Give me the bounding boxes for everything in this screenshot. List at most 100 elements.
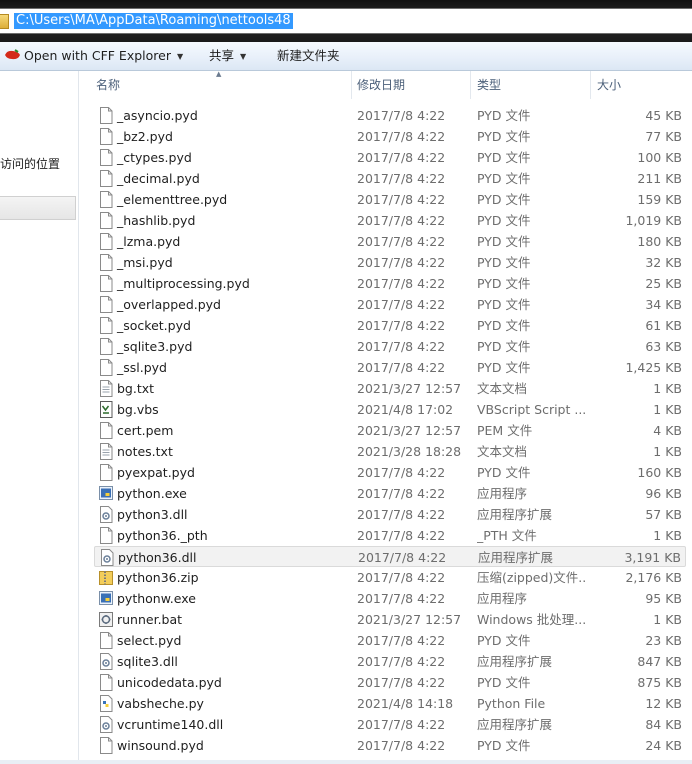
file-date: 2021/3/27 12:57	[357, 381, 462, 396]
generic-file-icon	[100, 527, 113, 544]
file-size: 23 KB	[645, 633, 682, 648]
file-row[interactable]: _bz2.pyd 2017/7/8 4:22 PYD 文件 77 KB	[94, 126, 686, 147]
open-with-button[interactable]: Open with CFF Explorer ▼	[24, 48, 183, 64]
file-row[interactable]: _socket.pyd 2017/7/8 4:22 PYD 文件 61 KB	[94, 315, 686, 336]
file-date: 2017/7/8 4:22	[357, 528, 446, 543]
file-size: 1 KB	[653, 444, 682, 459]
file-name: _lzma.pyd	[117, 234, 181, 249]
file-date: 2021/3/27 12:57	[357, 423, 462, 438]
file-row[interactable]: notes.txt 2021/3/28 18:28 文本文档 1 KB	[94, 441, 686, 462]
file-size: 3,191 KB	[624, 550, 681, 565]
generic-file-icon	[100, 632, 113, 649]
file-row[interactable]: _overlapped.pyd 2017/7/8 4:22 PYD 文件 34 KB	[94, 294, 686, 315]
file-size: 2,176 KB	[625, 570, 682, 585]
file-type: 应用程序扩展	[477, 507, 553, 522]
column-header-date[interactable]: 修改日期	[357, 71, 405, 99]
file-type: PYD 文件	[477, 129, 531, 144]
file-name: _multiprocessing.pyd	[117, 276, 250, 291]
file-row[interactable]: _sqlite3.pyd 2017/7/8 4:22 PYD 文件 63 KB	[94, 336, 686, 357]
file-date: 2017/7/8 4:22	[357, 129, 446, 144]
file-size: 1 KB	[653, 402, 682, 417]
file-row[interactable]: _asyncio.pyd 2017/7/8 4:22 PYD 文件 45 KB	[94, 105, 686, 126]
file-row[interactable]: python36.dll 2017/7/8 4:22 应用程序扩展 3,191 KB	[94, 546, 686, 567]
file-size: 12 KB	[645, 696, 682, 711]
file-row[interactable]: winsound.pyd 2017/7/8 4:22 PYD 文件 24 KB	[94, 735, 686, 756]
generic-file-icon	[100, 107, 113, 124]
address-bar[interactable]: C:\Users\MA\AppData\Roaming\nettools48	[0, 8, 692, 34]
file-name: _asyncio.pyd	[117, 108, 198, 123]
generic-file-icon	[100, 233, 113, 250]
generic-file-icon	[100, 212, 113, 229]
file-row[interactable]: pyexpat.pyd 2017/7/8 4:22 PYD 文件 160 KB	[94, 462, 686, 483]
file-size: 1 KB	[653, 528, 682, 543]
file-type: PYD 文件	[477, 633, 531, 648]
file-name: vcruntime140.dll	[117, 717, 224, 732]
dll-icon	[100, 653, 113, 670]
column-divider[interactable]	[351, 71, 352, 99]
file-row[interactable]: python.exe 2017/7/8 4:22 应用程序 96 KB	[94, 483, 686, 504]
file-row[interactable]: vcruntime140.dll 2017/7/8 4:22 应用程序扩展 84 KB	[94, 714, 686, 735]
file-row[interactable]: pythonw.exe 2017/7/8 4:22 应用程序 95 KB	[94, 588, 686, 609]
file-name: _socket.pyd	[117, 318, 191, 333]
share-button[interactable]: 共享 ▼	[209, 48, 246, 64]
file-row[interactable]: cert.pem 2021/3/27 12:57 PEM 文件 4 KB	[94, 420, 686, 441]
file-row[interactable]: bg.vbs 2021/4/8 17:02 VBScript Script ... 1…	[94, 399, 686, 420]
file-row[interactable]: _elementtree.pyd 2017/7/8 4:22 PYD 文件 159 K…	[94, 189, 686, 210]
file-row[interactable]: unicodedata.pyd 2017/7/8 4:22 PYD 文件 875 KB	[94, 672, 686, 693]
file-row[interactable]: _decimal.pyd 2017/7/8 4:22 PYD 文件 211 KB	[94, 168, 686, 189]
file-size: 4 KB	[653, 423, 682, 438]
file-name: python3.dll	[117, 507, 188, 522]
column-divider[interactable]	[590, 71, 591, 99]
file-size: 24 KB	[645, 738, 682, 753]
file-name: runner.bat	[117, 612, 183, 627]
file-name: bg.txt	[117, 381, 155, 396]
file-type: 文本文档	[477, 444, 528, 459]
file-name: _hashlib.pyd	[117, 213, 196, 228]
cff-explorer-icon	[5, 49, 20, 60]
file-row[interactable]: select.pyd 2017/7/8 4:22 PYD 文件 23 KB	[94, 630, 686, 651]
file-type: PYD 文件	[477, 150, 531, 165]
file-size: 180 KB	[637, 234, 682, 249]
file-size: 1,425 KB	[625, 360, 682, 375]
column-header-type[interactable]: 类型	[477, 71, 501, 99]
new-folder-button[interactable]: 新建文件夹	[277, 48, 340, 64]
file-row[interactable]: python36._pth 2017/7/8 4:22 _PTH 文件 1 KB	[94, 525, 686, 546]
chevron-down-icon: ▼	[240, 51, 247, 61]
file-type: PYD 文件	[477, 213, 531, 228]
chevron-down-icon: ▼	[176, 51, 184, 61]
file-row[interactable]: vabsheche.py 2021/4/8 14:18 Python File 12 …	[94, 693, 686, 714]
file-row[interactable]: python3.dll 2017/7/8 4:22 应用程序扩展 57 KB	[94, 504, 686, 525]
file-row[interactable]: _hashlib.pyd 2017/7/8 4:22 PYD 文件 1,019 KB	[94, 210, 686, 231]
column-header-name[interactable]: 名称	[96, 71, 120, 99]
file-size: 100 KB	[637, 150, 682, 165]
file-size: 57 KB	[645, 507, 682, 522]
file-row[interactable]: python36.zip 2017/7/8 4:22 压缩(zipped)文件...…	[94, 567, 686, 588]
file-name: select.pyd	[117, 633, 182, 648]
file-name: sqlite3.dll	[117, 654, 178, 669]
generic-file-icon	[100, 296, 113, 313]
file-row[interactable]: _lzma.pyd 2017/7/8 4:22 PYD 文件 180 KB	[94, 231, 686, 252]
horizontal-scrollbar[interactable]	[0, 760, 692, 764]
file-size: 96 KB	[645, 486, 682, 501]
file-row[interactable]: bg.txt 2021/3/27 12:57 文本文档 1 KB	[94, 378, 686, 399]
column-divider[interactable]	[470, 71, 471, 99]
nav-item-recent-places[interactable]: 访问的位置	[0, 155, 60, 172]
file-date: 2017/7/8 4:22	[357, 738, 446, 753]
address-path[interactable]: C:\Users\MA\AppData\Roaming\nettools48	[14, 13, 293, 29]
file-size: 1 KB	[653, 612, 682, 627]
file-row[interactable]: runner.bat 2021/3/27 12:57 Windows 批处理... 1…	[94, 609, 686, 630]
file-row[interactable]: sqlite3.dll 2017/7/8 4:22 应用程序扩展 847 KB	[94, 651, 686, 672]
open-with-label: Open with CFF Explorer	[24, 48, 171, 63]
file-type: PYD 文件	[477, 171, 531, 186]
column-header-size[interactable]: 大小	[597, 71, 621, 99]
file-row[interactable]: _ctypes.pyd 2017/7/8 4:22 PYD 文件 100 KB	[94, 147, 686, 168]
nav-item-selected[interactable]	[0, 196, 76, 220]
file-row[interactable]: _multiprocessing.pyd 2017/7/8 4:22 PYD 文件 2…	[94, 273, 686, 294]
vbscript-icon	[100, 401, 113, 418]
file-type: PYD 文件	[477, 339, 531, 354]
file-type: PYD 文件	[477, 318, 531, 333]
file-name: bg.vbs	[117, 402, 159, 417]
file-date: 2017/7/8 4:22	[357, 255, 446, 270]
file-row[interactable]: _msi.pyd 2017/7/8 4:22 PYD 文件 32 KB	[94, 252, 686, 273]
file-row[interactable]: _ssl.pyd 2017/7/8 4:22 PYD 文件 1,425 KB	[94, 357, 686, 378]
